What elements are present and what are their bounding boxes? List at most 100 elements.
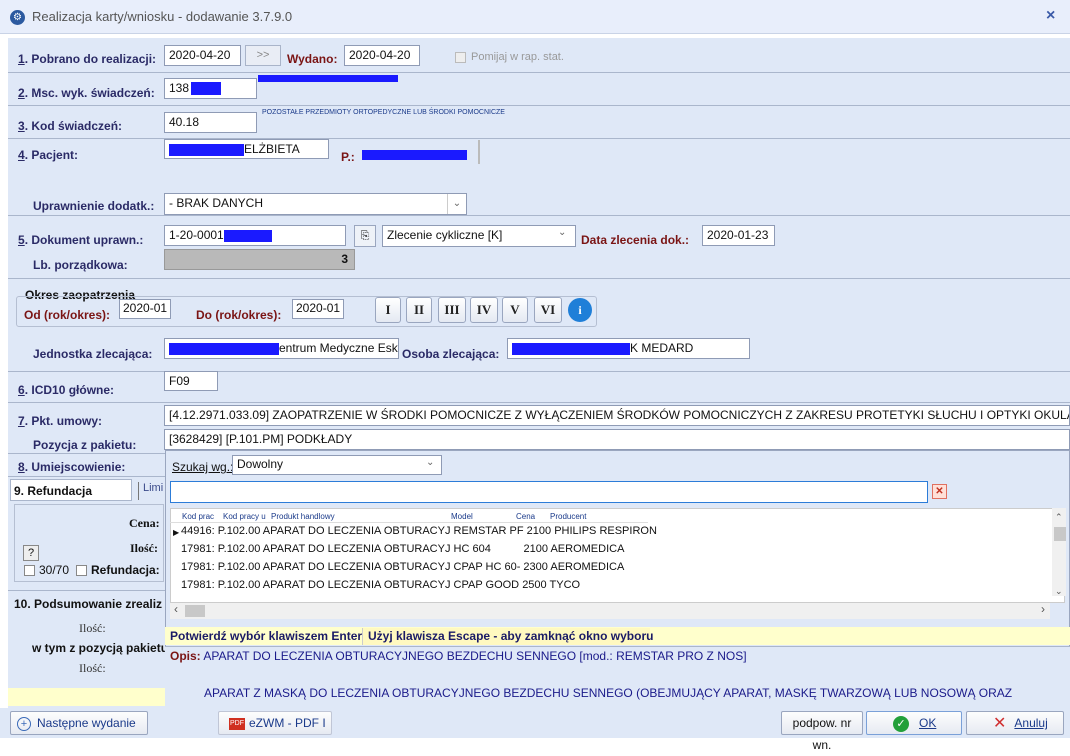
info-icon[interactable]: i [568,298,592,322]
table-row[interactable]: 44916: P.102.00 APARAT DO LECZENIA OBTUR… [181,525,657,537]
scroll-right-icon[interactable]: › [1041,602,1045,616]
umowa-input[interactable]: [4.12.2971.033.09] ZAOPATRZENIE W ŚRODKI… [164,405,1070,426]
icd-input[interactable]: F09 [164,371,218,391]
osoba-label: Osoba zlecająca: [402,347,500,361]
dokument-label: 5. Dokument uprawn.: [18,233,144,247]
umiejscowienie-label: 8. Umiejscowienie: [18,460,126,474]
tab-limit[interactable]: Limi [138,482,168,500]
table-row[interactable]: 17981: P.102.00 APARAT DO LECZENIA OBTUR… [181,561,646,573]
app-icon: ⚙ [10,10,25,25]
document-picker-icon[interactable]: ⎘ [354,225,376,247]
ilosc-label: Ilość: [130,541,158,555]
pozycja-input[interactable]: [3628429] [P.101.PM] PODKŁADY [164,429,1070,450]
chk-3070[interactable] [24,565,35,576]
od-label: Od (rok/okres): [24,308,111,322]
col-kod-pracy[interactable]: Kod pracy u [223,512,266,521]
dokument-type-select[interactable]: Zlecenie cykliczne [K] [382,225,576,247]
status-strip [8,688,166,706]
wydano-input[interactable]: 2020-04-20 [344,45,420,66]
pomijaj-label: Pomijaj w rap. stat. [471,51,564,63]
table-row[interactable]: 17981: P.102.00 APARAT DO LECZENIA OBTUR… [181,579,646,591]
kod-desc: POZOSTAŁE PRZEDMIOTY ORTOPEDYCZNE LUB ŚR… [262,109,505,116]
redaction [191,82,222,96]
pomijaj-checkbox[interactable] [455,52,466,63]
cancel-button[interactable]: ✕ Anuluj [966,711,1064,735]
col-produkt[interactable]: Produkt handlowy [271,512,335,521]
chevron-down-icon[interactable]: ⌄ [426,457,434,468]
help-button[interactable]: ? [23,545,39,561]
lb-value: 3 [164,249,355,270]
col-cena[interactable]: Cena [516,512,535,521]
msc-input[interactable]: 138 [164,78,257,99]
period-button-2[interactable]: II [406,297,432,323]
chk-refundacja-label: Refundacja: [91,563,160,577]
check-icon: ✓ [893,715,909,732]
podpow-button[interactable]: podpow. nr wn. [781,711,863,752]
uprawnienie-select[interactable]: - BRAK DANYCH [164,193,467,215]
jednostka-input[interactable]: entrum Medyczne Eskul [164,338,399,359]
window-title: Realizacja karty/wniosku - dodawanie 3.7… [32,9,293,24]
jednostka-label: Jednostka zlecająca: [33,347,153,361]
data-zlecenia-label: Data zlecenia dok.: [581,233,690,247]
pobrano-input[interactable]: 2020-04-20 [164,45,241,66]
ezwm-pdf-button[interactable]: PDF eZWM - PDF I [218,711,332,735]
p-label: P.: [341,150,355,164]
search-input[interactable] [170,481,928,503]
redaction [169,143,244,156]
umowa-label: 7. Pkt. umowy: [18,414,103,428]
col-model[interactable]: Model [451,512,473,521]
kod-label: 3. Kod świadczeń: [18,119,123,133]
osoba-input[interactable]: K MEDARD [507,338,750,359]
lb-label: Lb. porządkowa: [33,258,128,272]
kod-input[interactable]: 40.18 [164,112,257,133]
pdf-icon: PDF [229,717,245,730]
col-kod-prac[interactable]: Kod prac [182,512,214,521]
data-zlecenia-input[interactable]: 2020-01-23 [702,225,775,246]
do-label: Do (rok/okres): [196,308,282,322]
plus-circle-icon: + [17,716,31,731]
wydano-label: Wydano: [287,52,338,66]
uprawnienie-label: Uprawnienie dodatk.: [33,199,155,213]
pobrano-label: 1. Pobrano do realizacji: [18,52,157,66]
row-pointer-icon: ▶ [173,528,180,537]
msc-label: 2. Msc. wyk. świadczeń: [18,86,155,100]
hint-escape: Użyj klawisza Escape - aby zamknąć okno … [368,629,654,643]
horizontal-scrollbar[interactable] [170,603,1050,619]
ilosc2-label: Ilość: [79,661,106,675]
copy-date-button[interactable]: >> [245,45,281,66]
cena-label: Cena: [129,516,160,530]
refundacja-title: 9. Refundacja [14,484,93,498]
podsumowanie-title: 10. Podsumowanie zrealiz [14,597,163,611]
clear-search-icon[interactable]: ✕ [932,484,947,499]
next-release-button[interactable]: + Następne wydanie [10,711,148,735]
od-input[interactable]: 2020-01 [119,299,171,319]
chevron-down-icon[interactable]: ⌄ [447,194,466,214]
chk-3070-label: 30/70 [39,563,70,577]
table-row[interactable]: 17981: P.102.00 APARAT DO LECZENIA OBTUR… [181,543,646,555]
redaction [169,342,279,355]
redaction [223,229,272,242]
redaction [512,342,630,355]
col-producent[interactable]: Producent [550,512,586,521]
hint-enter: Potwierdź wybór klawiszem Enter [170,629,363,643]
pacjent-name-input[interactable]: ELŻBIETA [164,139,329,159]
period-button-6[interactable]: VI [534,297,562,323]
ok-button[interactable]: ✓ OK [866,711,962,735]
scroll-thumb-h[interactable] [185,605,205,617]
scroll-down-icon[interactable]: ⌄ [1055,586,1063,597]
dokument-input[interactable]: 1-20-0001 [164,225,346,246]
szukaj-select[interactable]: Dowolny [232,455,442,475]
redaction [258,75,398,82]
scroll-left-icon[interactable]: ‹ [174,602,178,616]
period-button-5[interactable]: V [502,297,528,323]
period-button-3[interactable]: III [438,297,466,323]
chevron-down-icon[interactable]: ⌄ [558,227,566,238]
scroll-up-icon[interactable]: ⌃ [1055,512,1063,523]
chk-refundacja[interactable] [76,565,87,576]
do-input[interactable]: 2020-01 [292,299,344,319]
scroll-thumb[interactable] [1054,527,1066,541]
grid-header-divider [170,522,648,523]
close-icon[interactable]: × [1046,7,1055,25]
period-button-1[interactable]: I [375,297,401,323]
period-button-4[interactable]: IV [470,297,498,323]
